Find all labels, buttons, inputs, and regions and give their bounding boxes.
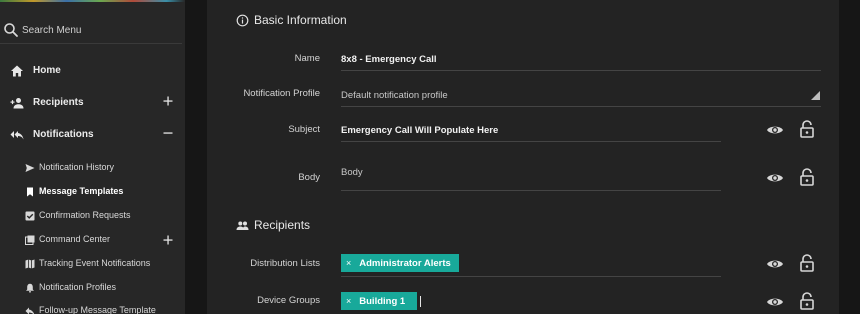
dropdown-arrow-icon[interactable]: [811, 91, 820, 100]
sidebar-subitem-notification-history[interactable]: Notification History: [0, 159, 182, 177]
sidebar-subitem-label: Confirmation Requests: [39, 210, 131, 220]
sidebar-subitem-label: Tracking Event Notifications: [39, 258, 151, 268]
eye-icon[interactable]: [766, 293, 784, 311]
send-icon: [25, 164, 35, 172]
sidebar-item-label: Recipients: [33, 97, 84, 108]
recipients-header: Recipients: [236, 218, 310, 232]
sidebar-subitem-label: Notification History: [39, 162, 115, 172]
reply-all-icon: [10, 131, 24, 140]
unlock-icon[interactable]: [798, 168, 816, 186]
search-menu[interactable]: Search Menu: [0, 18, 182, 44]
eye-icon[interactable]: [766, 121, 784, 139]
sidebar-subitem-label: Follow-up Message Template: [39, 305, 156, 314]
distribution-list-chip[interactable]: × Administrator Alerts: [341, 254, 459, 272]
unlock-icon[interactable]: [798, 292, 816, 310]
layout-gutter: [839, 0, 860, 314]
expand-plus-icon[interactable]: [162, 95, 174, 107]
device-group-chip[interactable]: × Building 1: [341, 292, 417, 310]
device-groups-label: Device Groups: [257, 295, 320, 306]
collapse-minus-icon[interactable]: [162, 127, 174, 139]
distribution-lists-label: Distribution Lists: [250, 258, 320, 269]
sidebar-subitem-label: Notification Profiles: [39, 282, 117, 292]
body-label: Body: [298, 172, 320, 183]
sidebar-subitem-command-center[interactable]: Command Center: [0, 231, 182, 249]
map-icon: [25, 259, 35, 269]
bell-icon: [26, 283, 34, 293]
chip-remove-icon[interactable]: ×: [346, 296, 351, 306]
app-root: Search Menu Home Recipients Notification…: [0, 0, 860, 314]
add-person-icon: [10, 98, 24, 109]
sidebar-subitem-follow-up-message-template[interactable]: Follow-up Message Template: [0, 302, 182, 314]
eye-icon[interactable]: [766, 255, 784, 273]
template-editor-panel: Basic Information Name 8x8 - Emergency C…: [207, 0, 839, 314]
search-input[interactable]: Search Menu: [22, 25, 81, 36]
subject-field-underline: [341, 141, 721, 142]
name-label: Name: [294, 53, 320, 64]
brand-strip: [0, 0, 185, 2]
notification-profile-select[interactable]: Default notification profile: [341, 90, 448, 101]
profile-field-underline: [341, 106, 821, 107]
people-icon: [236, 221, 249, 230]
sidebar-item-label: Home: [33, 65, 61, 76]
body-field-underline: [341, 190, 721, 191]
search-icon: [4, 23, 18, 37]
sidebar-subitem-confirmation-requests[interactable]: Confirmation Requests: [0, 207, 182, 225]
body-field[interactable]: Body: [341, 167, 363, 178]
chip-label: Building 1: [359, 295, 406, 307]
sidebar-subitem-tracking-event-notifications[interactable]: Tracking Event Notifications: [0, 255, 182, 273]
eye-icon[interactable]: [766, 169, 784, 187]
sidebar-subitem-label: Message Templates: [39, 186, 124, 196]
info-icon: [236, 14, 249, 26]
profile-label: Notification Profile: [243, 88, 320, 99]
chip-remove-icon[interactable]: ×: [346, 258, 351, 268]
sidebar-item-notifications[interactable]: Notifications: [0, 124, 182, 146]
basic-info-title: Basic Information: [254, 13, 347, 27]
sidebar-subitem-notification-profiles[interactable]: Notification Profiles: [0, 279, 182, 297]
bookmark-icon: [27, 187, 33, 197]
device-groups-input-caret[interactable]: [420, 296, 421, 307]
expand-plus-icon[interactable]: [162, 234, 174, 246]
checkbox-icon: [25, 211, 35, 221]
home-icon: [11, 65, 23, 77]
sidebar-subitem-label: Command Center: [39, 234, 111, 244]
reply-icon: [25, 307, 35, 314]
sidebar-subitem-message-templates[interactable]: Message Templates: [0, 183, 182, 201]
sidebar-item-recipients[interactable]: Recipients: [0, 92, 182, 114]
unlock-icon[interactable]: [798, 120, 816, 138]
chip-label: Administrator Alerts: [359, 257, 451, 269]
name-field-underline: [341, 70, 821, 71]
recipients-title: Recipients: [254, 218, 311, 232]
unlock-icon[interactable]: [798, 254, 816, 272]
sidebar-item-home[interactable]: Home: [0, 60, 182, 82]
basic-info-header: Basic Information: [236, 13, 347, 27]
library-icon: [25, 235, 35, 245]
distribution-field-underline: [341, 276, 721, 277]
sidebar-item-label: Notifications: [33, 129, 94, 140]
sidebar: Search Menu Home Recipients Notification…: [0, 0, 185, 314]
layout-gap: [185, 0, 207, 314]
subject-label: Subject: [288, 124, 320, 135]
subject-field[interactable]: Emergency Call Will Populate Here: [341, 125, 498, 136]
name-field[interactable]: 8x8 - Emergency Call: [341, 54, 437, 65]
